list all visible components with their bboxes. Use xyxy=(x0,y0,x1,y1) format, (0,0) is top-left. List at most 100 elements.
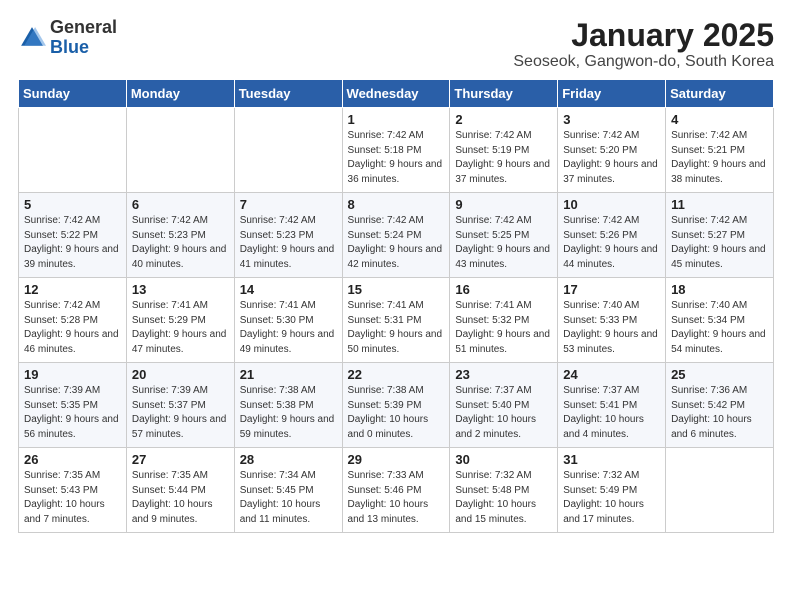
table-row: 6Sunrise: 7:42 AM Sunset: 5:23 PM Daylig… xyxy=(126,193,234,278)
col-tuesday: Tuesday xyxy=(234,80,342,108)
day-number: 27 xyxy=(132,452,229,467)
day-number: 29 xyxy=(348,452,445,467)
table-row: 20 Sunrise: 7:39 AM Sunset: 5:37 PM Dayli… xyxy=(126,363,234,448)
day-content: Sunrise: 7:38 AM Sunset: 5:38 PM Dayligh… xyxy=(240,384,337,442)
logo-text: General Blue xyxy=(50,18,117,58)
day-number: 16 xyxy=(455,282,552,297)
table-row xyxy=(19,108,127,193)
table-row: 19 Sunrise: 7:39 AM Sunset: 5:35 PM Dayli… xyxy=(19,363,127,448)
day-number: 18 xyxy=(671,282,768,297)
table-row: 26Sunrise: 7:35 AM Sunset: 5:43 PM Dayli… xyxy=(19,448,127,533)
day-content: Sunrise: 7:34 AM Sunset: 5:45 PM Dayligh… xyxy=(240,469,337,527)
day-number: 15 xyxy=(348,282,445,297)
table-row: 3 Sunrise: 7:42 AM Sunset: 5:20 PM Daylig… xyxy=(558,108,666,193)
day-content: Sunrise: 7:39 AM Sunset: 5:35 PM Dayligh… xyxy=(24,384,121,442)
day-content: Sunrise: 7:39 AM Sunset: 5:37 PM Dayligh… xyxy=(132,384,229,442)
table-row: 28 Sunrise: 7:34 AM Sunset: 5:45 PM Dayli… xyxy=(234,448,342,533)
calendar-week-row: 12 Sunrise: 7:42 AM Sunset: 5:28 PM Dayli… xyxy=(19,278,774,363)
logo-general: General xyxy=(50,17,117,37)
day-content: Sunrise: 7:41 AM Sunset: 5:31 PM Dayligh… xyxy=(348,299,445,357)
day-content: Sunrise: 7:36 AM Sunset: 5:42 PM Dayligh… xyxy=(671,384,768,442)
day-number: 13 xyxy=(132,282,229,297)
day-number: 2 xyxy=(455,112,552,127)
day-content: Sunrise: 7:42 AM Sunset: 5:19 PM Dayligh… xyxy=(455,129,552,187)
day-number: 5 xyxy=(24,197,121,212)
table-row: 4 Sunrise: 7:42 AM Sunset: 5:21 PM Daylig… xyxy=(666,108,774,193)
table-row: 2 Sunrise: 7:42 AM Sunset: 5:19 PM Daylig… xyxy=(450,108,558,193)
table-row: 30 Sunrise: 7:32 AM Sunset: 5:48 PM Dayli… xyxy=(450,448,558,533)
day-content: Sunrise: 7:37 AM Sunset: 5:40 PM Dayligh… xyxy=(455,384,552,442)
day-content: Sunrise: 7:42 AM Sunset: 5:20 PM Dayligh… xyxy=(563,129,660,187)
day-content: Sunrise: 7:40 AM Sunset: 5:34 PM Dayligh… xyxy=(671,299,768,357)
day-number: 24 xyxy=(563,367,660,382)
day-content: Sunrise: 7:38 AM Sunset: 5:39 PM Dayligh… xyxy=(348,384,445,442)
day-number: 22 xyxy=(348,367,445,382)
table-row: 18 Sunrise: 7:40 AM Sunset: 5:34 PM Dayli… xyxy=(666,278,774,363)
day-number: 9 xyxy=(455,197,552,212)
table-row: 17Sunrise: 7:40 AM Sunset: 5:33 PM Dayli… xyxy=(558,278,666,363)
table-row: 15 Sunrise: 7:41 AM Sunset: 5:31 PM Dayli… xyxy=(342,278,450,363)
col-thursday: Thursday xyxy=(450,80,558,108)
day-content: Sunrise: 7:41 AM Sunset: 5:32 PM Dayligh… xyxy=(455,299,552,357)
day-number: 28 xyxy=(240,452,337,467)
logo-icon xyxy=(18,24,46,52)
day-number: 4 xyxy=(671,112,768,127)
day-content: Sunrise: 7:37 AM Sunset: 5:41 PM Dayligh… xyxy=(563,384,660,442)
day-content: Sunrise: 7:41 AM Sunset: 5:29 PM Dayligh… xyxy=(132,299,229,357)
day-content: Sunrise: 7:42 AM Sunset: 5:21 PM Dayligh… xyxy=(671,129,768,187)
header: General Blue January 2025 Seoseok, Gangw… xyxy=(18,18,774,71)
table-row: 31Sunrise: 7:32 AM Sunset: 5:49 PM Dayli… xyxy=(558,448,666,533)
table-row: 14Sunrise: 7:41 AM Sunset: 5:30 PM Dayli… xyxy=(234,278,342,363)
table-row: 25 Sunrise: 7:36 AM Sunset: 5:42 PM Dayli… xyxy=(666,363,774,448)
title-block: January 2025 Seoseok, Gangwon-do, South … xyxy=(513,18,774,71)
day-number: 21 xyxy=(240,367,337,382)
day-number: 14 xyxy=(240,282,337,297)
table-row: 21 Sunrise: 7:38 AM Sunset: 5:38 PM Dayli… xyxy=(234,363,342,448)
day-number: 20 xyxy=(132,367,229,382)
table-row: 7Sunrise: 7:42 AM Sunset: 5:23 PM Daylig… xyxy=(234,193,342,278)
calendar-week-row: 26Sunrise: 7:35 AM Sunset: 5:43 PM Dayli… xyxy=(19,448,774,533)
day-number: 3 xyxy=(563,112,660,127)
day-content: Sunrise: 7:42 AM Sunset: 5:25 PM Dayligh… xyxy=(455,214,552,272)
col-saturday: Saturday xyxy=(666,80,774,108)
day-content: Sunrise: 7:42 AM Sunset: 5:24 PM Dayligh… xyxy=(348,214,445,272)
page-subtitle: Seoseok, Gangwon-do, South Korea xyxy=(513,53,774,71)
day-number: 30 xyxy=(455,452,552,467)
day-number: 31 xyxy=(563,452,660,467)
col-friday: Friday xyxy=(558,80,666,108)
day-content: Sunrise: 7:42 AM Sunset: 5:22 PM Dayligh… xyxy=(24,214,121,272)
table-row: 23 Sunrise: 7:37 AM Sunset: 5:40 PM Dayli… xyxy=(450,363,558,448)
table-row: 8Sunrise: 7:42 AM Sunset: 5:24 PM Daylig… xyxy=(342,193,450,278)
table-row: 11Sunrise: 7:42 AM Sunset: 5:27 PM Dayli… xyxy=(666,193,774,278)
table-row: 29 Sunrise: 7:33 AM Sunset: 5:46 PM Dayli… xyxy=(342,448,450,533)
day-number: 19 xyxy=(24,367,121,382)
day-content: Sunrise: 7:35 AM Sunset: 5:43 PM Dayligh… xyxy=(24,469,121,527)
day-content: Sunrise: 7:42 AM Sunset: 5:23 PM Dayligh… xyxy=(240,214,337,272)
day-number: 17 xyxy=(563,282,660,297)
day-number: 6 xyxy=(132,197,229,212)
day-number: 25 xyxy=(671,367,768,382)
table-row xyxy=(126,108,234,193)
col-monday: Monday xyxy=(126,80,234,108)
day-number: 23 xyxy=(455,367,552,382)
table-row xyxy=(666,448,774,533)
table-row: 24 Sunrise: 7:37 AM Sunset: 5:41 PM Dayli… xyxy=(558,363,666,448)
table-row: 10 Sunrise: 7:42 AM Sunset: 5:26 PM Dayli… xyxy=(558,193,666,278)
day-number: 12 xyxy=(24,282,121,297)
day-content: Sunrise: 7:32 AM Sunset: 5:48 PM Dayligh… xyxy=(455,469,552,527)
day-content: Sunrise: 7:42 AM Sunset: 5:26 PM Dayligh… xyxy=(563,214,660,272)
table-row: 16 Sunrise: 7:41 AM Sunset: 5:32 PM Dayli… xyxy=(450,278,558,363)
day-content: Sunrise: 7:42 AM Sunset: 5:18 PM Dayligh… xyxy=(348,129,445,187)
calendar-header-row: Sunday Monday Tuesday Wednesday Thursday… xyxy=(19,80,774,108)
day-content: Sunrise: 7:42 AM Sunset: 5:27 PM Dayligh… xyxy=(671,214,768,272)
day-content: Sunrise: 7:33 AM Sunset: 5:46 PM Dayligh… xyxy=(348,469,445,527)
calendar-week-row: 1Sunrise: 7:42 AM Sunset: 5:18 PM Daylig… xyxy=(19,108,774,193)
table-row xyxy=(234,108,342,193)
table-row: 5 Sunrise: 7:42 AM Sunset: 5:22 PM Daylig… xyxy=(19,193,127,278)
table-row: 13 Sunrise: 7:41 AM Sunset: 5:29 PM Dayli… xyxy=(126,278,234,363)
table-row: 1Sunrise: 7:42 AM Sunset: 5:18 PM Daylig… xyxy=(342,108,450,193)
day-number: 10 xyxy=(563,197,660,212)
page-title: January 2025 xyxy=(513,18,774,53)
calendar: Sunday Monday Tuesday Wednesday Thursday… xyxy=(18,79,774,533)
day-content: Sunrise: 7:42 AM Sunset: 5:28 PM Dayligh… xyxy=(24,299,121,357)
